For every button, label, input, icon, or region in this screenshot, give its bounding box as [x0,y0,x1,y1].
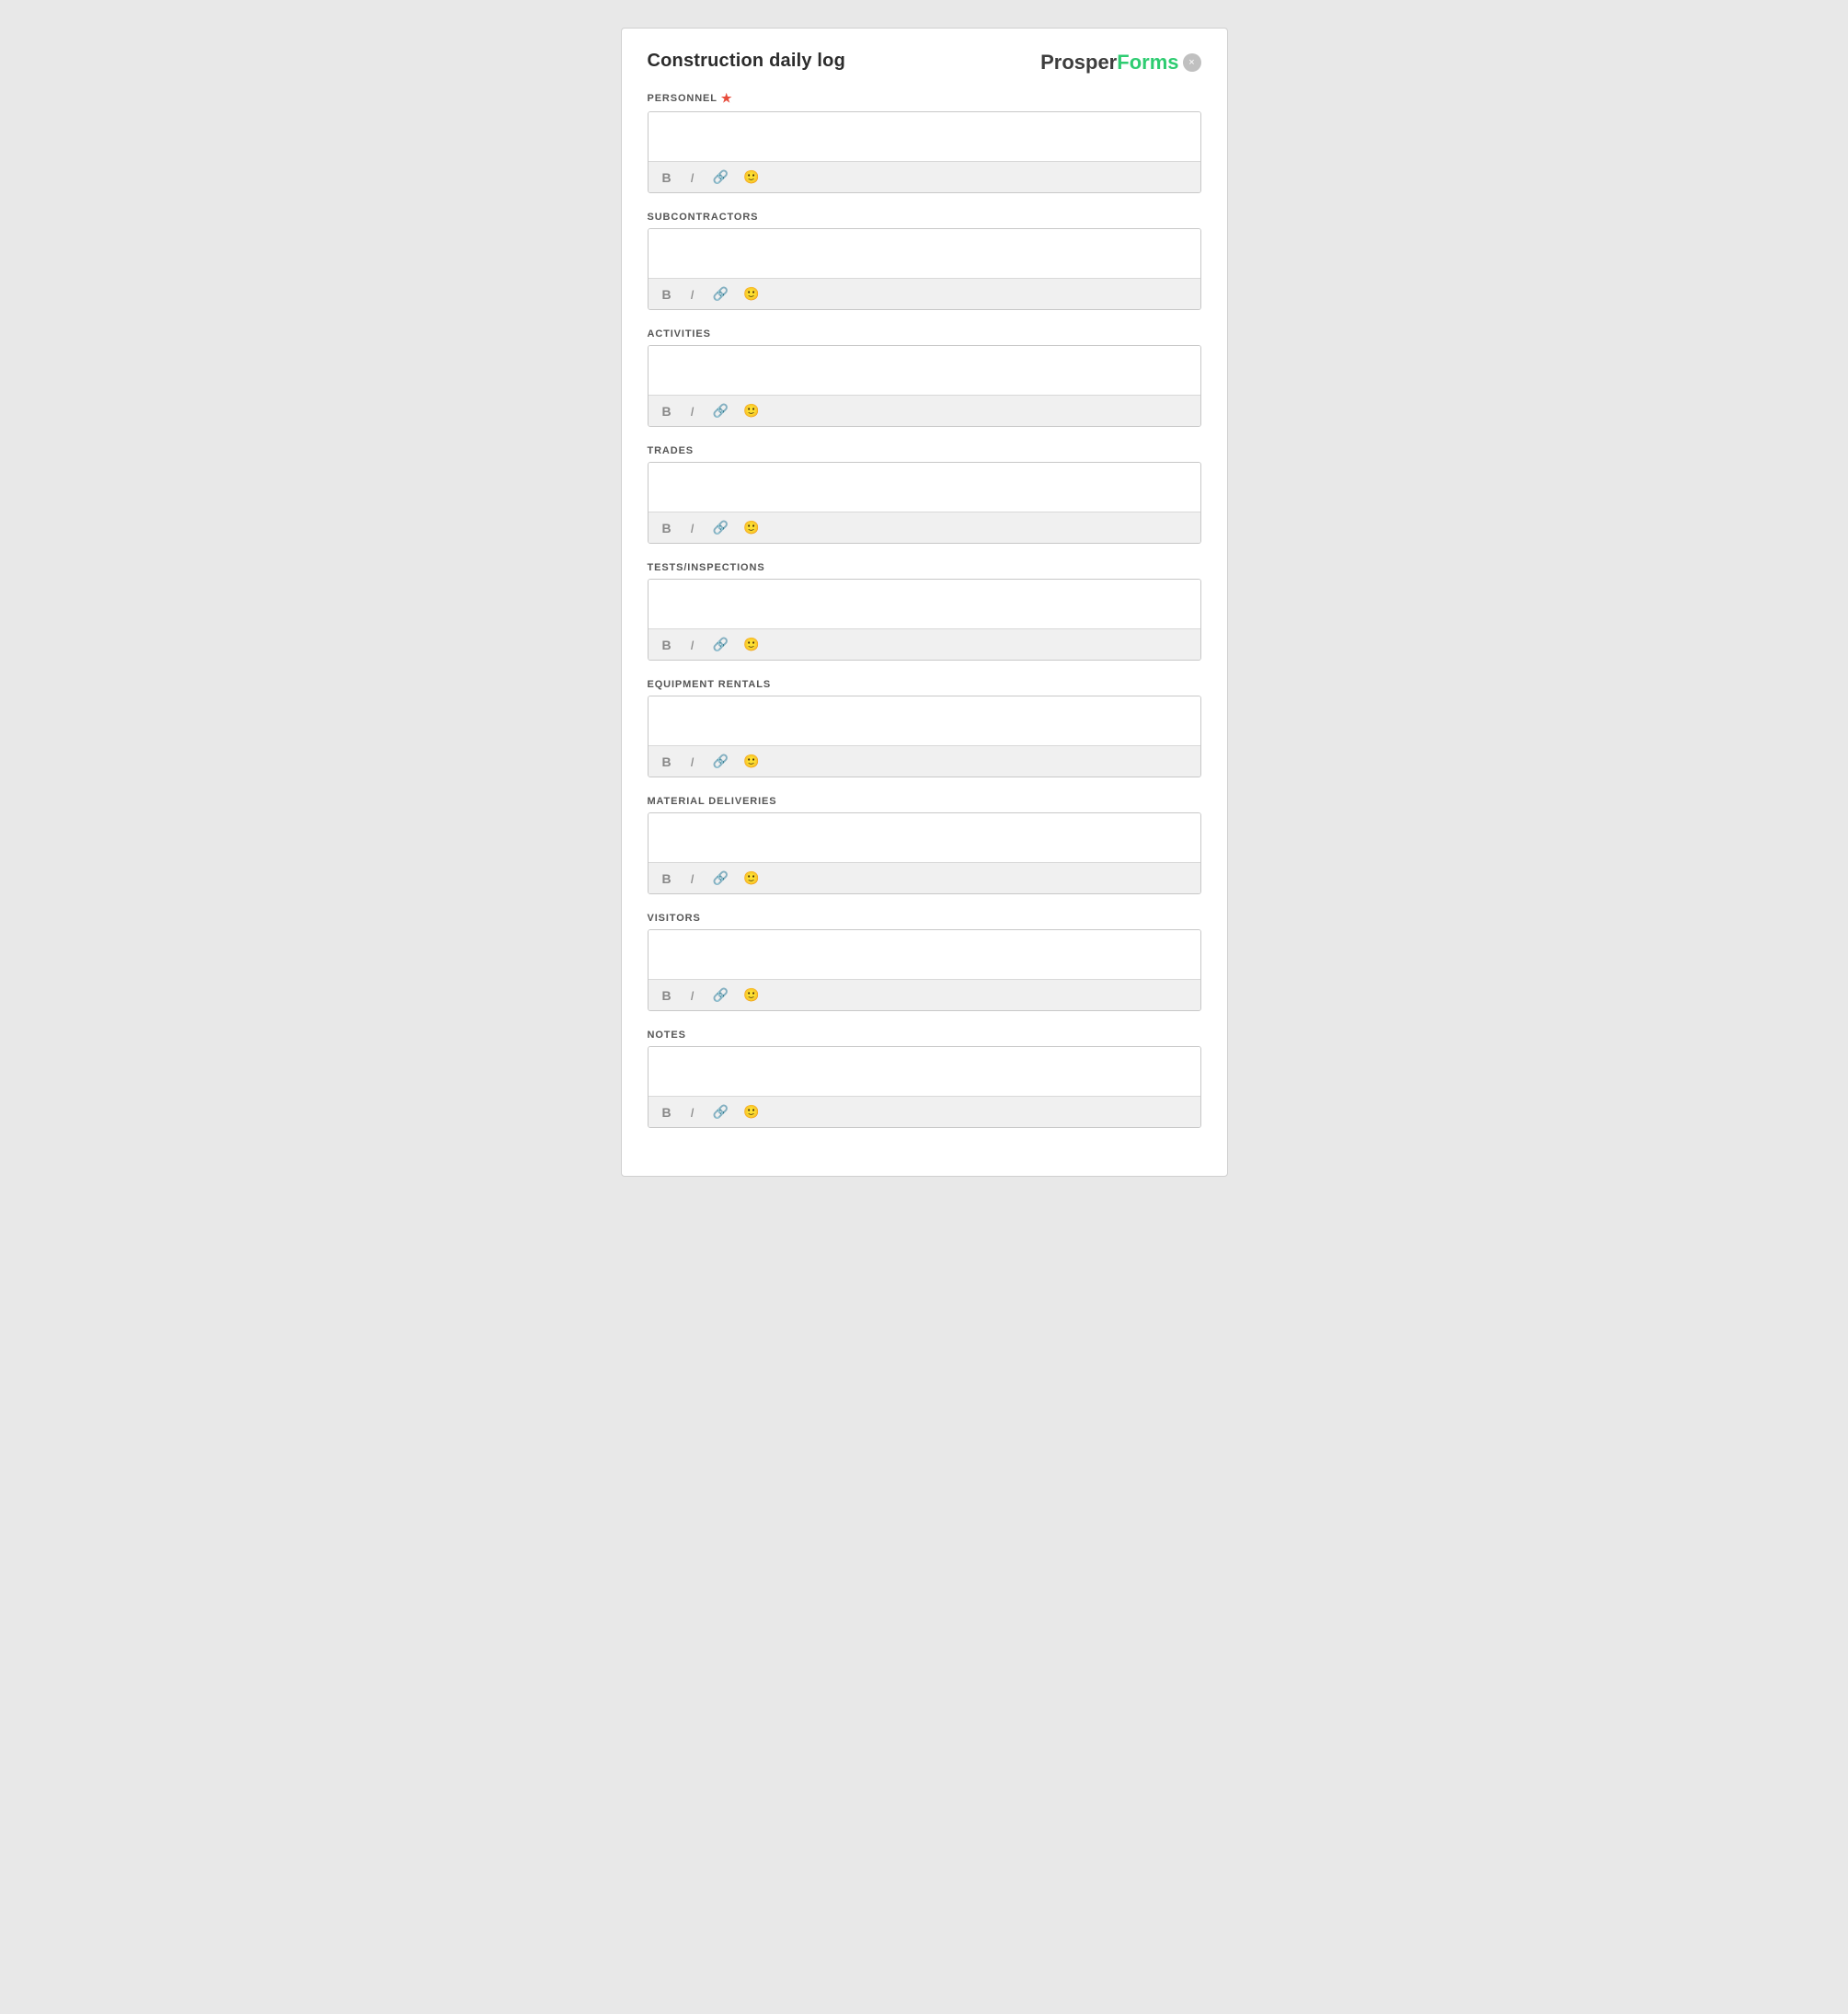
bold-btn-material-deliveries[interactable]: B [658,869,676,888]
emoji-btn-visitors[interactable]: 🙂 [740,985,763,1005]
emoji-btn-material-deliveries[interactable]: 🙂 [740,869,763,888]
link-btn-material-deliveries[interactable]: 🔗 [709,869,732,888]
link-btn-activities[interactable]: 🔗 [709,401,732,420]
label-activities: ACTIVITIES [648,328,1201,340]
section-subcontractors: SUBCONTRACTORS BI 🔗 🙂 [648,212,1201,310]
editor-visitors: BI 🔗 🙂 [648,929,1201,1011]
emoji-btn-personnel[interactable]: 🙂 [740,167,763,187]
section-trades: TRADES BI 🔗 🙂 [648,445,1201,544]
link-btn-personnel[interactable]: 🔗 [709,167,732,187]
brand-logo: Prosper Forms × [1040,51,1200,75]
required-star-personnel: ★ [721,91,733,106]
label-subcontractors: SUBCONTRACTORS [648,212,1201,223]
editor-personnel: BI 🔗 🙂 [648,111,1201,193]
form-header: Construction daily log Prosper Forms × [648,51,1201,75]
bold-btn-tests-inspections[interactable]: B [658,636,676,654]
italic-btn-subcontractors[interactable]: I [683,285,702,304]
toolbar-personnel: BI 🔗 🙂 [649,161,1200,192]
textarea-equipment-rentals[interactable] [649,696,1200,741]
label-personnel: PERSONNEL★ [648,91,1201,106]
label-notes: NOTES [648,1030,1201,1041]
editor-trades: BI 🔗 🙂 [648,462,1201,544]
link-btn-notes[interactable]: 🔗 [709,1102,732,1122]
emoji-btn-notes[interactable]: 🙂 [740,1102,763,1122]
bold-btn-equipment-rentals[interactable]: B [658,753,676,771]
bold-btn-trades[interactable]: B [658,519,676,537]
fields-container: PERSONNEL★BI🔗🙂SUBCONTRACTORSBI🔗🙂ACTIVITI… [648,91,1201,1128]
editor-notes: BI 🔗 🙂 [648,1046,1201,1128]
italic-btn-equipment-rentals[interactable]: I [683,753,702,771]
label-equipment-rentals: EQUIPMENT RENTALS [648,679,1201,690]
label-material-deliveries: MATERIAL DELIVERIES [648,796,1201,807]
brand-forms: Forms [1117,51,1178,75]
textarea-tests-inspections[interactable] [649,580,1200,624]
editor-material-deliveries: BI 🔗 🙂 [648,812,1201,894]
label-visitors: VISITORS [648,913,1201,924]
textarea-material-deliveries[interactable] [649,813,1200,857]
section-material-deliveries: MATERIAL DELIVERIES BI 🔗 🙂 [648,796,1201,894]
italic-btn-visitors[interactable]: I [683,986,702,1005]
bold-btn-notes[interactable]: B [658,1103,676,1122]
italic-btn-material-deliveries[interactable]: I [683,869,702,888]
toolbar-subcontractors: BI 🔗 🙂 [649,278,1200,309]
emoji-btn-tests-inspections[interactable]: 🙂 [740,635,763,654]
emoji-btn-activities[interactable]: 🙂 [740,401,763,420]
editor-tests-inspections: BI 🔗 🙂 [648,579,1201,661]
link-btn-equipment-rentals[interactable]: 🔗 [709,752,732,771]
bold-btn-subcontractors[interactable]: B [658,285,676,304]
italic-btn-trades[interactable]: I [683,519,702,537]
toolbar-activities: BI 🔗 🙂 [649,395,1200,426]
toolbar-material-deliveries: BI 🔗 🙂 [649,862,1200,893]
bold-btn-visitors[interactable]: B [658,986,676,1005]
italic-btn-activities[interactable]: I [683,402,702,420]
section-personnel: PERSONNEL★ BI 🔗 🙂 [648,91,1201,193]
form-container: Construction daily log Prosper Forms × P… [621,28,1228,1177]
section-notes: NOTES BI 🔗 🙂 [648,1030,1201,1128]
textarea-trades[interactable] [649,463,1200,507]
label-trades: TRADES [648,445,1201,456]
toolbar-notes: BI 🔗 🙂 [649,1096,1200,1127]
label-tests-inspections: TESTS/INSPECTIONS [648,562,1201,573]
textarea-visitors[interactable] [649,930,1200,974]
brand-prosper: Prosper [1040,51,1117,75]
emoji-btn-trades[interactable]: 🙂 [740,518,763,537]
section-equipment-rentals: EQUIPMENT RENTALS BI 🔗 🙂 [648,679,1201,777]
section-tests-inspections: TESTS/INSPECTIONS BI 🔗 🙂 [648,562,1201,661]
textarea-personnel[interactable] [649,112,1200,156]
editor-activities: BI 🔗 🙂 [648,345,1201,427]
link-btn-subcontractors[interactable]: 🔗 [709,284,732,304]
form-title: Construction daily log [648,51,846,72]
link-btn-trades[interactable]: 🔗 [709,518,732,537]
link-btn-tests-inspections[interactable]: 🔗 [709,635,732,654]
emoji-btn-subcontractors[interactable]: 🙂 [740,284,763,304]
toolbar-tests-inspections: BI 🔗 🙂 [649,628,1200,660]
section-visitors: VISITORS BI 🔗 🙂 [648,913,1201,1011]
italic-btn-personnel[interactable]: I [683,168,702,187]
bold-btn-activities[interactable]: B [658,402,676,420]
textarea-activities[interactable] [649,346,1200,390]
link-btn-visitors[interactable]: 🔗 [709,985,732,1005]
close-button[interactable]: × [1183,53,1201,72]
toolbar-trades: BI 🔗 🙂 [649,512,1200,543]
toolbar-equipment-rentals: BI 🔗 🙂 [649,745,1200,777]
italic-btn-tests-inspections[interactable]: I [683,636,702,654]
editor-subcontractors: BI 🔗 🙂 [648,228,1201,310]
toolbar-visitors: BI 🔗 🙂 [649,979,1200,1010]
textarea-notes[interactable] [649,1047,1200,1091]
textarea-subcontractors[interactable] [649,229,1200,273]
bold-btn-personnel[interactable]: B [658,168,676,187]
italic-btn-notes[interactable]: I [683,1103,702,1122]
editor-equipment-rentals: BI 🔗 🙂 [648,696,1201,777]
section-activities: ACTIVITIES BI 🔗 🙂 [648,328,1201,427]
emoji-btn-equipment-rentals[interactable]: 🙂 [740,752,763,771]
